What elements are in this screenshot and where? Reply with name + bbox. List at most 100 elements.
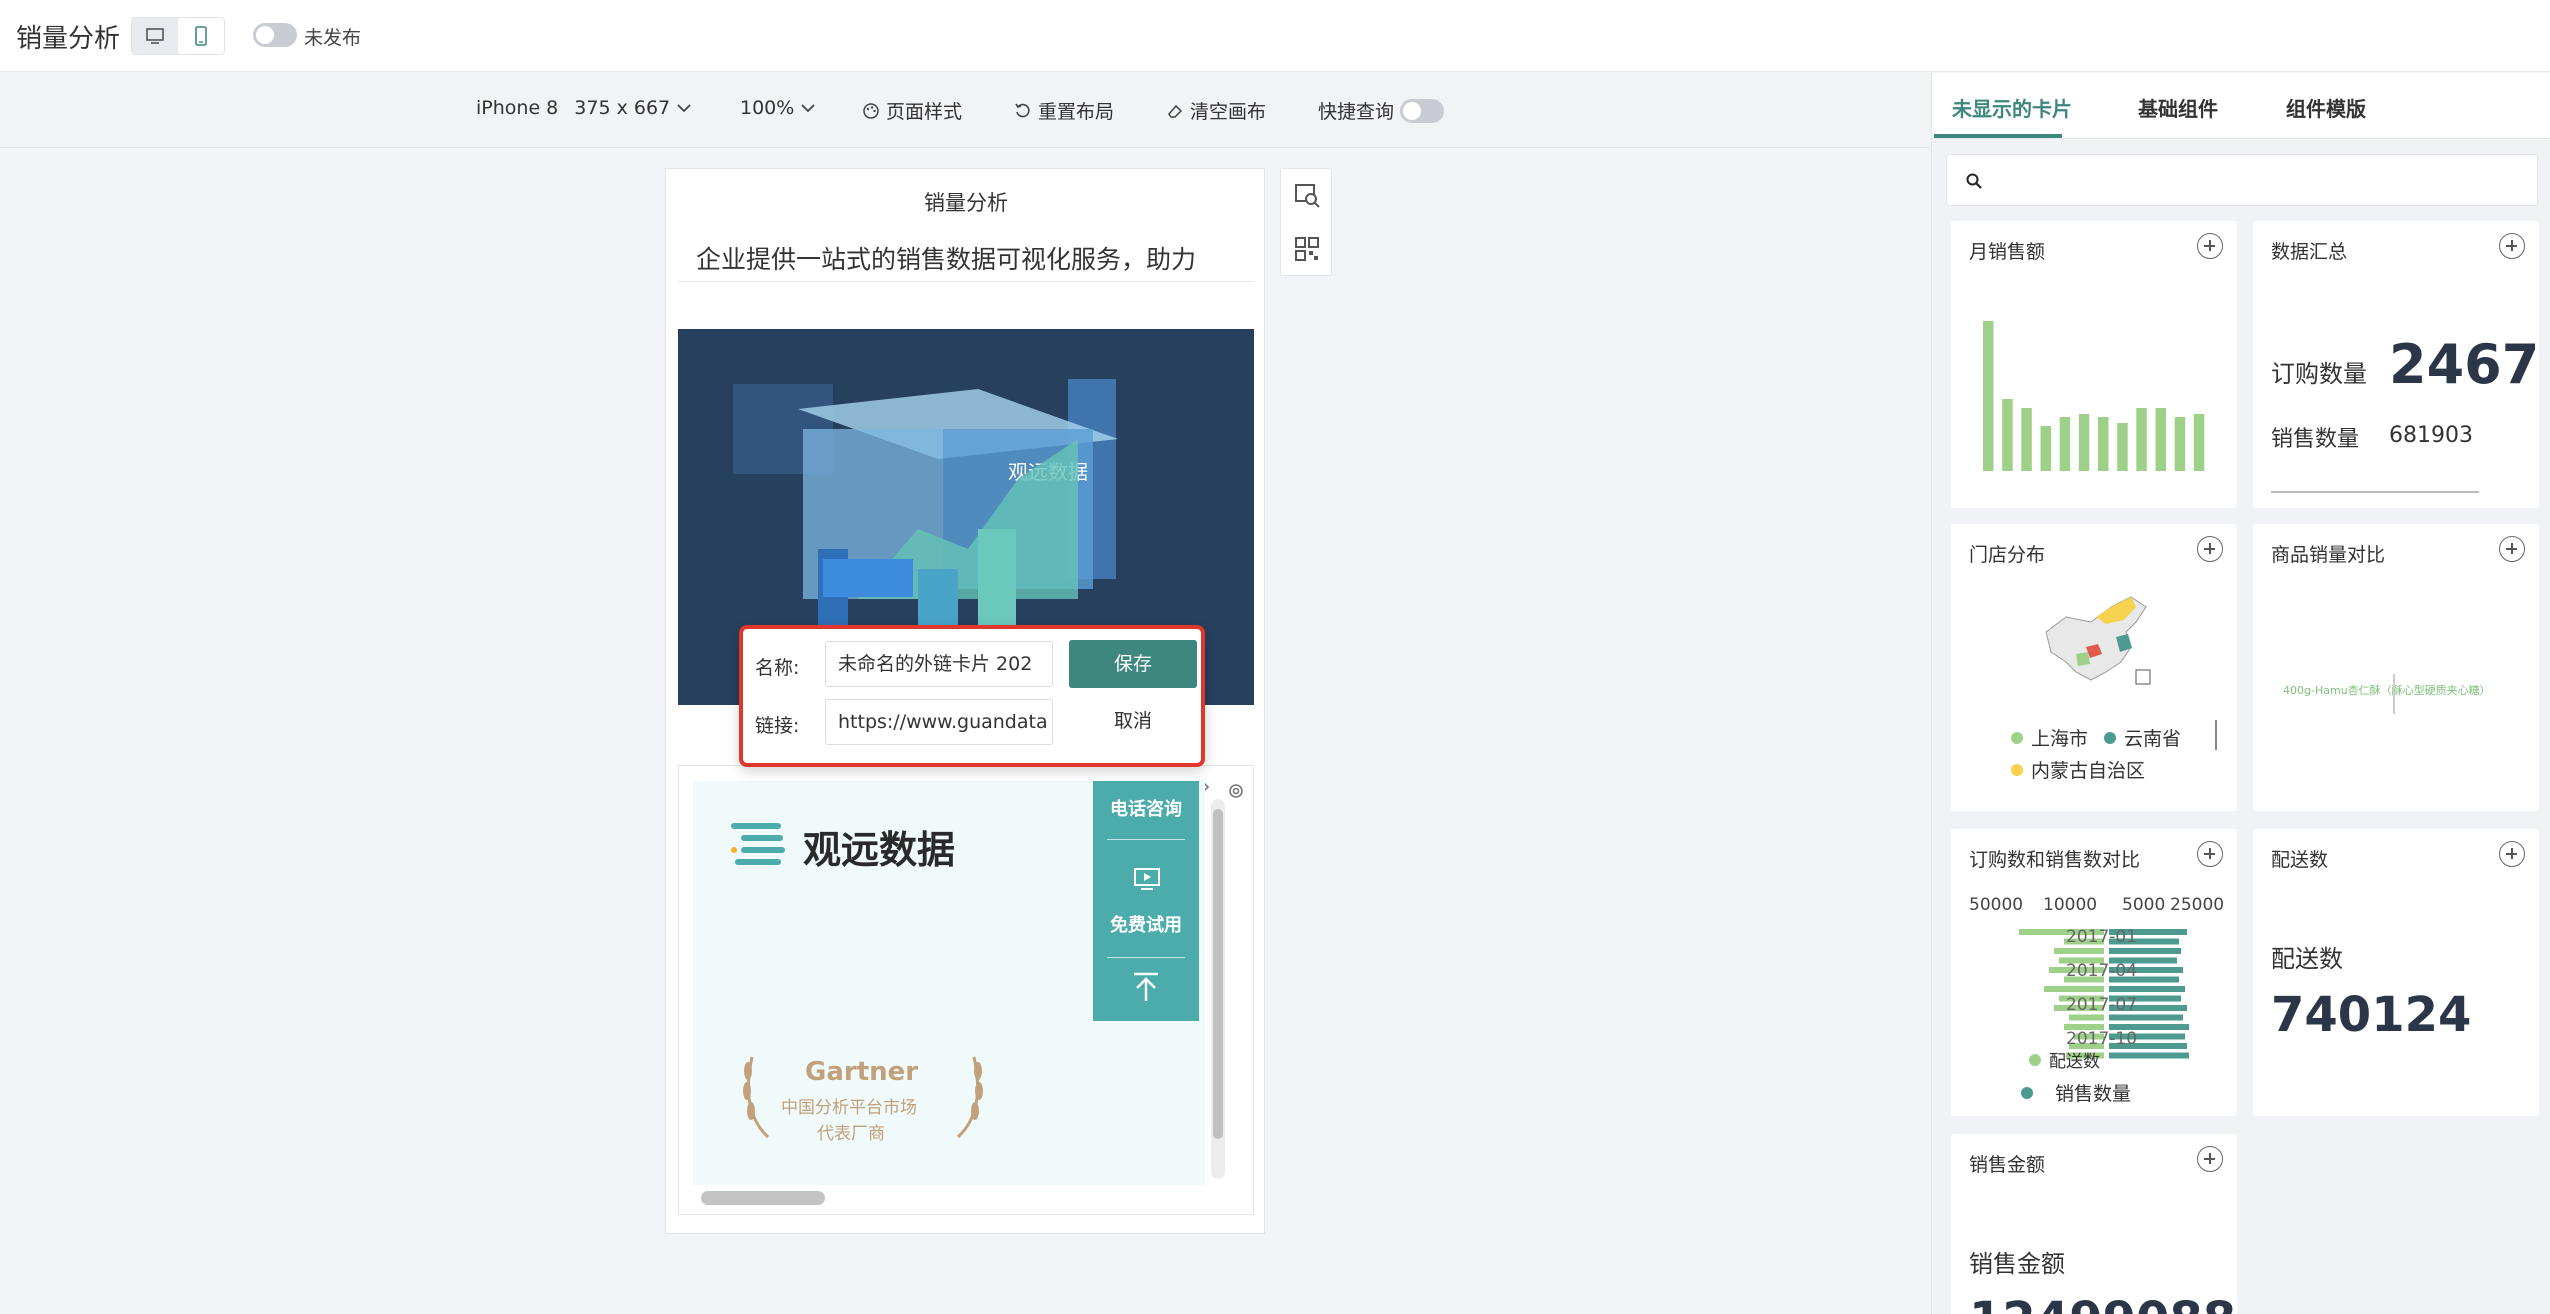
back-to-top-icon[interactable]	[1131, 971, 1161, 1003]
divider	[2271, 491, 2479, 493]
axis-tick: 10000	[2043, 895, 2098, 915]
add-card-button[interactable]	[2499, 233, 2525, 259]
active-tab-indicator	[1934, 134, 2062, 138]
card-data-summary[interactable]: 数据汇总 订购数量 24670 销售数量 681903	[2253, 221, 2539, 508]
card-sales-amount[interactable]: 销售金额 销售金额 12499088	[1951, 1134, 2237, 1314]
card-title: 商品销量对比	[2271, 544, 2386, 566]
chevron-down-icon	[677, 104, 691, 113]
laurel-left-icon	[743, 1056, 770, 1139]
add-card-button[interactable]	[2197, 536, 2223, 562]
card-title: 销售金额	[1969, 1154, 2046, 1176]
clear-canvas-label: 清空画布	[1190, 101, 1267, 123]
save-button[interactable]: 保存	[1069, 640, 1197, 688]
link-input[interactable]: https://www.guandata	[825, 699, 1053, 745]
desktop-icon	[146, 28, 164, 44]
sales-amount-value: 12499088	[1969, 1292, 2236, 1314]
add-card-button[interactable]	[2197, 1146, 2223, 1172]
canvas-toolbar: iPhone 8 375 x 667 100% 页面样式 重置布局 清空画布 快…	[0, 73, 1930, 148]
mobile-view-button[interactable]	[178, 18, 224, 54]
name-label: 名称:	[755, 657, 800, 679]
bar	[2078, 414, 2090, 471]
axis-tick: 5000	[2122, 895, 2166, 915]
add-card-button[interactable]	[2197, 233, 2223, 259]
name-input[interactable]: 未命名的外链卡片 202	[825, 641, 1053, 687]
sales-qty-value: 681903	[2389, 423, 2473, 448]
reset-layout-label: 重置布局	[1038, 101, 1115, 123]
link-label: 链接:	[755, 715, 800, 737]
sales-amount-label: 销售金额	[1969, 1250, 2065, 1278]
card-monthly-sales[interactable]: 月销售额	[1951, 221, 2237, 508]
qr-code-icon[interactable]	[1293, 235, 1321, 263]
card-store-distribution[interactable]: 门店分布 上海市 云南省 内蒙古自治区	[1951, 524, 2237, 811]
bar	[2059, 417, 2071, 471]
reset-layout-button[interactable]: 重置布局	[1014, 97, 1114, 124]
card-delivery[interactable]: 配送数 配送数 740124	[2253, 829, 2539, 1116]
reset-icon	[1015, 103, 1030, 117]
gear-icon[interactable]	[1225, 780, 1247, 802]
add-card-button[interactable]	[2499, 841, 2525, 867]
tab-hidden-cards[interactable]: 未显示的卡片	[1952, 93, 2072, 122]
bar	[1983, 321, 1994, 471]
order-qty-value: 24670	[2389, 333, 2539, 396]
legend-item: 云南省	[2104, 724, 2181, 751]
monthly-sales-chart	[1983, 321, 2205, 471]
card-title: 月销售额	[1969, 241, 2046, 263]
desktop-view-button[interactable]	[132, 18, 178, 54]
divider	[678, 281, 1254, 282]
horizontal-scrollbar[interactable]	[701, 1191, 825, 1205]
zoom-select[interactable]: 100%	[740, 97, 816, 119]
device-toggle[interactable]	[131, 17, 225, 55]
row-label: 2017-10	[2066, 1029, 2138, 1049]
quick-query-switch[interactable]	[1400, 98, 1445, 123]
link-card-popup: 名称: 未命名的外链卡片 202 链接: https://www.guandat…	[739, 625, 1205, 767]
bar	[2136, 408, 2147, 471]
video-icon	[1134, 868, 1160, 890]
vertical-scrollbar[interactable]	[1211, 799, 1225, 1179]
card-order-vs-sales[interactable]: 订购数和销售数对比 50000 10000 5000 25000 2017-01…	[1951, 829, 2237, 1116]
page-style-label: 页面样式	[886, 101, 963, 123]
axis-line	[2393, 674, 2395, 714]
embedded-webpage[interactable]: 观远数据 Gartner 中国分析平台市场 代表厂商 电话咨询 免费试用	[693, 781, 1205, 1185]
bar	[2155, 408, 2166, 471]
legend-item: 配送数	[2029, 1047, 2100, 1072]
phone-page-title: 销量分析	[924, 191, 1008, 215]
order-qty-label: 订购数量	[2271, 360, 2367, 388]
intro-text[interactable]: 企业提供一站式的销售数据可视化服务，助力	[696, 240, 1241, 276]
logo-icon	[731, 823, 785, 865]
bar	[2109, 1014, 2183, 1021]
device-name: iPhone 8	[476, 97, 559, 119]
gartner-text: 代表厂商	[817, 1124, 885, 1144]
bar	[2040, 426, 2051, 471]
divider	[1107, 957, 1185, 958]
clear-canvas-button[interactable]: 清空画布	[1166, 97, 1266, 124]
preview-search-icon[interactable]	[1293, 181, 1321, 209]
row-label: 2017-04	[2066, 961, 2138, 981]
card-product-compare[interactable]: 商品销量对比 400g-Hamu杏仁酥（酥心型硬质夹心糖）	[2253, 524, 2539, 811]
device-resolution: 375 x 667	[574, 97, 671, 119]
cancel-button[interactable]: 取消	[1069, 698, 1197, 744]
panel-tabs: 未显示的卡片 基础组件 组件模版	[1932, 73, 2550, 139]
tab-basic-components[interactable]: 基础组件	[2138, 93, 2218, 122]
device-select[interactable]: iPhone 8 375 x 667	[476, 97, 692, 119]
search-input[interactable]	[1946, 154, 2538, 206]
add-card-button[interactable]	[2499, 536, 2525, 562]
bar	[2117, 423, 2128, 471]
brand-name: 观远数据	[803, 828, 956, 872]
bar	[2069, 1014, 2104, 1021]
publish-switch[interactable]	[253, 23, 297, 47]
free-trial-button[interactable]: 免费试用	[1093, 911, 1199, 937]
bar	[2109, 948, 2181, 954]
page-style-button[interactable]: 页面样式	[862, 97, 962, 124]
publish-status-label: 未发布	[304, 27, 362, 49]
search-icon	[1966, 173, 1982, 189]
card-title: 配送数	[2271, 849, 2329, 871]
add-card-button[interactable]	[2197, 841, 2223, 867]
bar	[2002, 399, 2013, 471]
quick-query-label: 快捷查询	[1318, 101, 1395, 123]
phone-consult-button[interactable]: 电话咨询	[1093, 795, 1199, 821]
gartner-title: Gartner	[805, 1057, 919, 1087]
product-label: 400g-Hamu杏仁酥（酥心型硬质夹心糖）	[2283, 684, 2491, 697]
tab-component-templates[interactable]: 组件模版	[2286, 93, 2366, 122]
axis-tick: 50000	[1969, 895, 2024, 915]
card-title: 门店分布	[1969, 544, 2046, 566]
